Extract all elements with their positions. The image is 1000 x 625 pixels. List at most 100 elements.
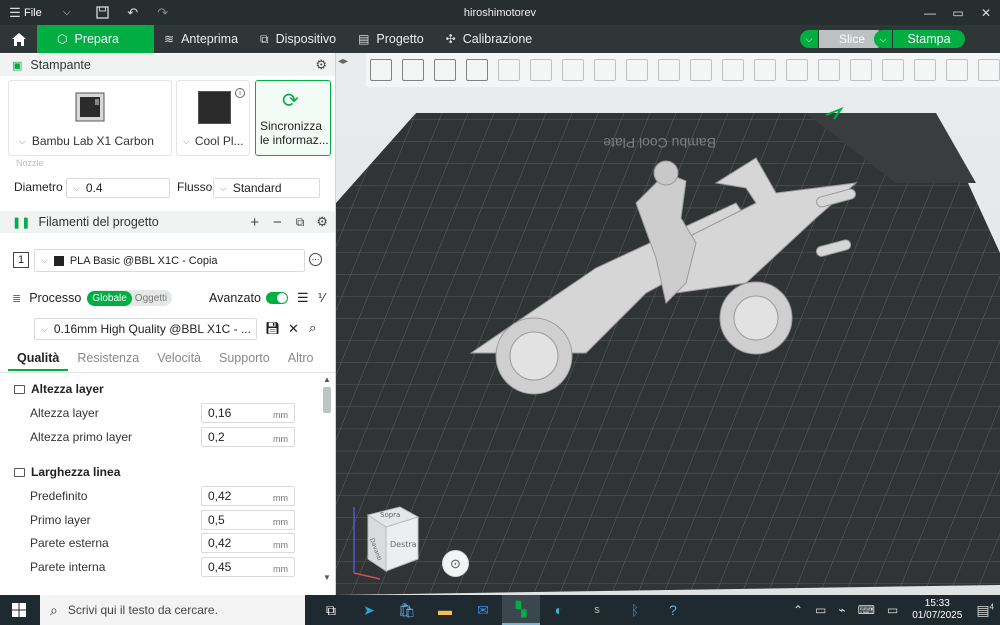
printer-card[interactable]: ⌵ Bambu Lab X1 Carbon <box>8 80 172 156</box>
notification-icon[interactable]: ▤4 <box>970 602 1000 619</box>
boolean-icon[interactable] <box>786 59 808 81</box>
display-icon[interactable]: ▭ <box>881 603 904 617</box>
variable-layer-icon[interactable] <box>978 59 1000 81</box>
more-icon[interactable]: ⋯ <box>309 253 322 266</box>
seam-paint-icon[interactable] <box>882 59 904 81</box>
global-objects-toggle[interactable]: Globale Oggetti <box>87 290 173 306</box>
text-icon[interactable] <box>850 59 872 81</box>
close-icon[interactable]: ✕ <box>972 0 1000 25</box>
orient-icon[interactable] <box>466 59 488 81</box>
app-s-icon[interactable]: s <box>578 595 616 625</box>
list-icon[interactable]: ☰ <box>297 290 309 306</box>
scrollbar[interactable]: ▲ ▼ <box>322 375 332 595</box>
support-paint-icon[interactable] <box>818 59 840 81</box>
build-plate-scene[interactable]: Bambu Cool Plate <box>336 53 1000 595</box>
file-menu[interactable]: File <box>24 7 42 19</box>
task-view-icon[interactable]: ⧉ <box>312 595 350 625</box>
tab-calibrazione[interactable]: ✣ Calibrazione <box>436 25 545 53</box>
filament-settings-icon[interactable]: ⚙ <box>316 214 328 230</box>
add-plate-icon[interactable] <box>402 59 424 81</box>
cut-icon[interactable] <box>722 59 744 81</box>
save-preset-icon[interactable]: 💾︎ <box>265 321 280 335</box>
settings-gear-icon[interactable]: ⚙ <box>315 57 327 73</box>
assembly-icon[interactable] <box>946 59 968 81</box>
bluetooth-icon[interactable]: ᛒ <box>616 595 654 625</box>
paste-icon[interactable] <box>530 59 552 81</box>
setting-input[interactable]: 0,42 mm <box>201 533 295 553</box>
print-button[interactable]: Stampa <box>893 30 965 48</box>
scroll-thumb[interactable] <box>323 387 331 413</box>
filament-select[interactable]: ⌵ PLA Basic @BBL X1C - Copia <box>34 249 305 272</box>
filament-sync-icon[interactable]: ⧉ <box>296 215 305 230</box>
close-preset-icon[interactable]: ✕ <box>288 321 299 337</box>
taskbar-search[interactable]: ⌕ Scrivi qui il testo da cercare. <box>40 595 305 625</box>
bambu-studio-icon[interactable]: ▚ <box>502 595 540 625</box>
camera-reset-icon[interactable]: ⊙ <box>442 550 469 577</box>
save-icon[interactable] <box>92 0 114 25</box>
scale-icon[interactable] <box>658 59 680 81</box>
undo-icon[interactable]: ↶ <box>122 0 144 25</box>
tab-qualita[interactable]: Qualità <box>8 351 69 371</box>
keyboard-icon[interactable]: ⌨ <box>852 603 881 617</box>
collapse-sidebar-icon[interactable]: ◂▸ <box>338 56 348 67</box>
add-object-icon[interactable] <box>370 59 392 81</box>
scroll-up-icon[interactable]: ▲ <box>323 375 331 384</box>
outlook-icon[interactable]: ✉ <box>464 595 502 625</box>
tab-dispositivo[interactable]: ⧉ Dispositivo <box>250 25 348 53</box>
help-icon[interactable]: ? <box>654 595 692 625</box>
move-icon[interactable] <box>594 59 616 81</box>
minimize-icon[interactable]: — <box>916 0 944 25</box>
tab-prepara[interactable]: ⬡ Prepara <box>37 25 154 53</box>
tab-resistenza[interactable]: Resistenza <box>68 351 148 365</box>
slice-dropdown-icon[interactable]: ⌵ <box>800 30 819 48</box>
setting-input[interactable]: 0,16 mm <box>201 403 295 423</box>
arrange-icon[interactable] <box>434 59 456 81</box>
flusso-select[interactable]: ⌵ Standard <box>213 178 320 198</box>
copy-icon[interactable] <box>498 59 520 81</box>
sync-button[interactable]: ⟳ Sincronizza le informaz... <box>255 80 331 156</box>
network-icon[interactable]: ⌁ <box>832 603 851 617</box>
setting-input[interactable]: 0,5 mm <box>201 510 295 530</box>
clock[interactable]: 15:33 01/07/2025 <box>904 598 970 622</box>
home-icon[interactable] <box>0 25 37 53</box>
store-icon[interactable]: 🛍︎ <box>388 595 426 625</box>
scroll-down-icon[interactable]: ▼ <box>323 573 331 582</box>
advanced-toggle[interactable] <box>265 292 288 304</box>
tab-supporto[interactable]: Supporto <box>210 351 279 365</box>
chevron-up-icon[interactable]: ⌃ <box>787 603 809 617</box>
measure-icon[interactable] <box>914 59 936 81</box>
add-icon[interactable]: + <box>250 214 259 231</box>
setting-input[interactable]: 0,42 mm <box>201 486 295 506</box>
tab-anteprima[interactable]: ≋ Anteprima <box>154 25 250 53</box>
telegram-icon[interactable]: ➤ <box>350 595 388 625</box>
tab-progetto[interactable]: ▤ Progetto <box>348 25 436 53</box>
remove-icon[interactable]: − <box>273 214 282 231</box>
setting-input[interactable]: 0,2 mm <box>201 427 295 447</box>
process-preset-select[interactable]: ⌵ 0.16mm High Quality @BBL X1C - ... <box>34 318 257 340</box>
mirror-icon[interactable] <box>754 59 776 81</box>
diametro-select[interactable]: ⌵ 0.4 <box>66 178 170 198</box>
chevron-down-icon[interactable]: ⌵ <box>56 0 78 25</box>
windows-start-icon[interactable] <box>0 595 38 625</box>
battery-icon[interactable]: ▭ <box>809 603 832 617</box>
tab-velocita[interactable]: Velocità <box>148 351 210 365</box>
tab-altro[interactable]: Altro <box>279 351 323 365</box>
lay-on-face-icon[interactable] <box>690 59 712 81</box>
compare-icon[interactable]: ⅟ <box>318 291 325 305</box>
setting-input[interactable]: 0,45 mm <box>201 557 295 577</box>
plate-card[interactable]: i ⌵ Cool Pl... <box>176 80 250 156</box>
file-explorer-icon[interactable]: ▬ <box>426 595 464 625</box>
menu-icon[interactable]: ☰ <box>6 0 24 25</box>
layers-icon[interactable] <box>562 59 584 81</box>
view-cube[interactable]: Sopra Davanti Destra <box>350 501 420 581</box>
toggle-objects[interactable]: Oggetti <box>132 293 172 304</box>
3d-viewport[interactable]: Bambu Cool Plate ◂▸ Sopra Davanti Destra… <box>336 53 1000 595</box>
print-dropdown-icon[interactable]: ⌵ <box>874 30 893 48</box>
info-icon[interactable]: i <box>235 88 245 98</box>
rotate-icon[interactable] <box>626 59 648 81</box>
redo-icon[interactable]: ↷ <box>152 0 174 25</box>
search-icon[interactable]: ⌕ <box>309 320 316 336</box>
edge-icon[interactable]: ◐ <box>540 595 578 625</box>
toggle-global[interactable]: Globale <box>87 290 132 306</box>
maximize-icon[interactable]: ▭ <box>944 0 972 25</box>
